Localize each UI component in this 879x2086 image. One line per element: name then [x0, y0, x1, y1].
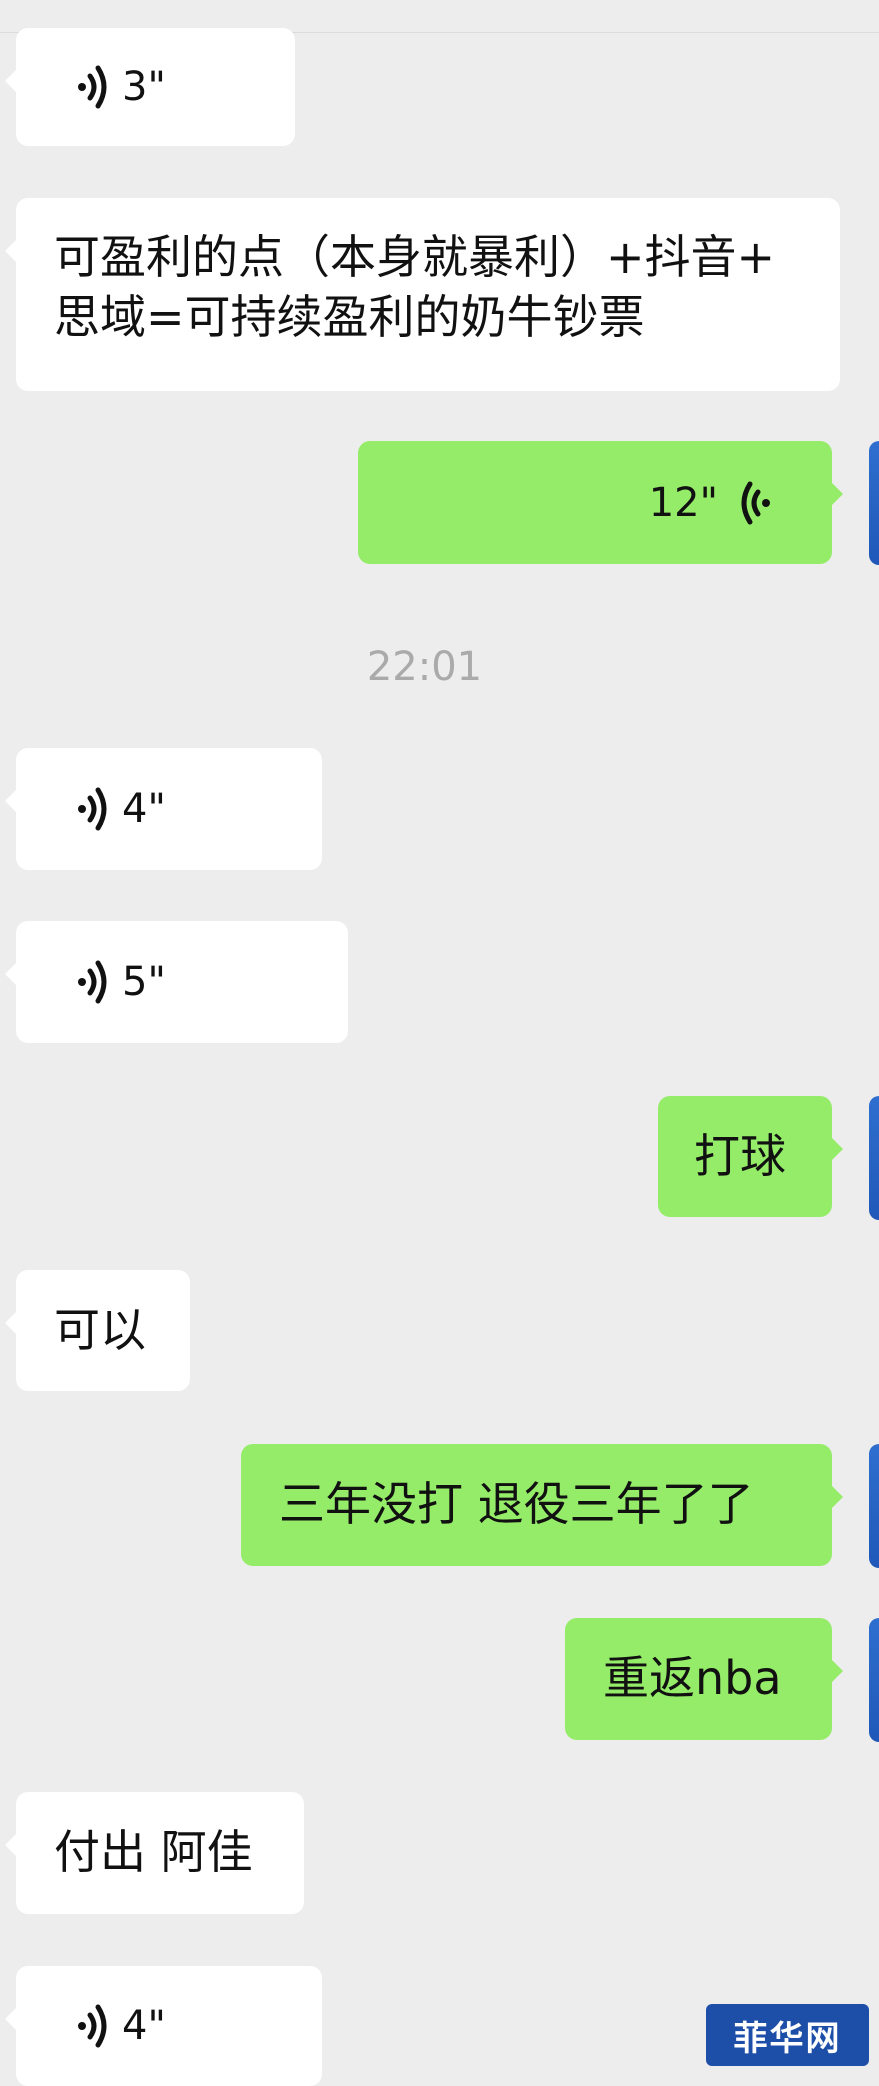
incoming-voice-message[interactable]: 5" [5, 921, 348, 1043]
site-watermark-logo: 菲华网 [706, 2004, 869, 2066]
my-avatar[interactable] [869, 1618, 879, 1742]
watermark-text: 菲华网 [733, 2018, 842, 2059]
incoming-text-message[interactable]: 可盈利的点（本身就暴利）+抖音+ 思域=可持续盈利的奶牛钞票 [5, 198, 840, 391]
voice-wave-icon [56, 784, 112, 834]
incoming-voice-message[interactable]: 3" [5, 28, 295, 146]
my-avatar[interactable] [869, 441, 879, 565]
message-text: 付出 阿佳 [54, 1825, 253, 1879]
voice-wave-icon [56, 957, 112, 1007]
message-text: 重返nba [603, 1651, 782, 1705]
message-text: 打球 [694, 1129, 786, 1183]
voice-wave-icon [56, 62, 112, 112]
outgoing-text-message[interactable]: 三年没打 退役三年了了 [241, 1444, 843, 1566]
message-text-line: 思域=可持续盈利的奶牛钞票 [54, 290, 645, 344]
my-avatar[interactable] [869, 1096, 879, 1220]
outgoing-text-message[interactable]: 重返nba [565, 1618, 843, 1740]
incoming-text-message[interactable]: 付出 阿佳 [5, 1792, 304, 1914]
message-text-line: 可盈利的点（本身就暴利）+抖音+ [54, 230, 776, 284]
outgoing-text-message[interactable]: 打球 [658, 1096, 843, 1217]
voice-wave-icon [736, 478, 792, 528]
voice-duration: 4" [122, 2003, 166, 2049]
incoming-text-message[interactable]: 可以 [5, 1270, 190, 1391]
message-text: 可以 [54, 1303, 146, 1357]
message-text: 三年没打 退役三年了了 [279, 1477, 754, 1531]
voice-duration: 12" [648, 479, 718, 526]
voice-duration: 5" [122, 959, 166, 1005]
voice-duration: 4" [122, 786, 166, 832]
voice-duration: 3" [122, 64, 166, 110]
incoming-voice-message[interactable]: 4" [5, 748, 322, 870]
outgoing-voice-message[interactable]: 12" [358, 441, 843, 564]
my-avatar[interactable] [869, 1444, 879, 1568]
timestamp: 22:01 [366, 644, 483, 690]
incoming-voice-message[interactable]: 4" [5, 1966, 322, 2086]
voice-wave-icon [56, 2001, 112, 2051]
